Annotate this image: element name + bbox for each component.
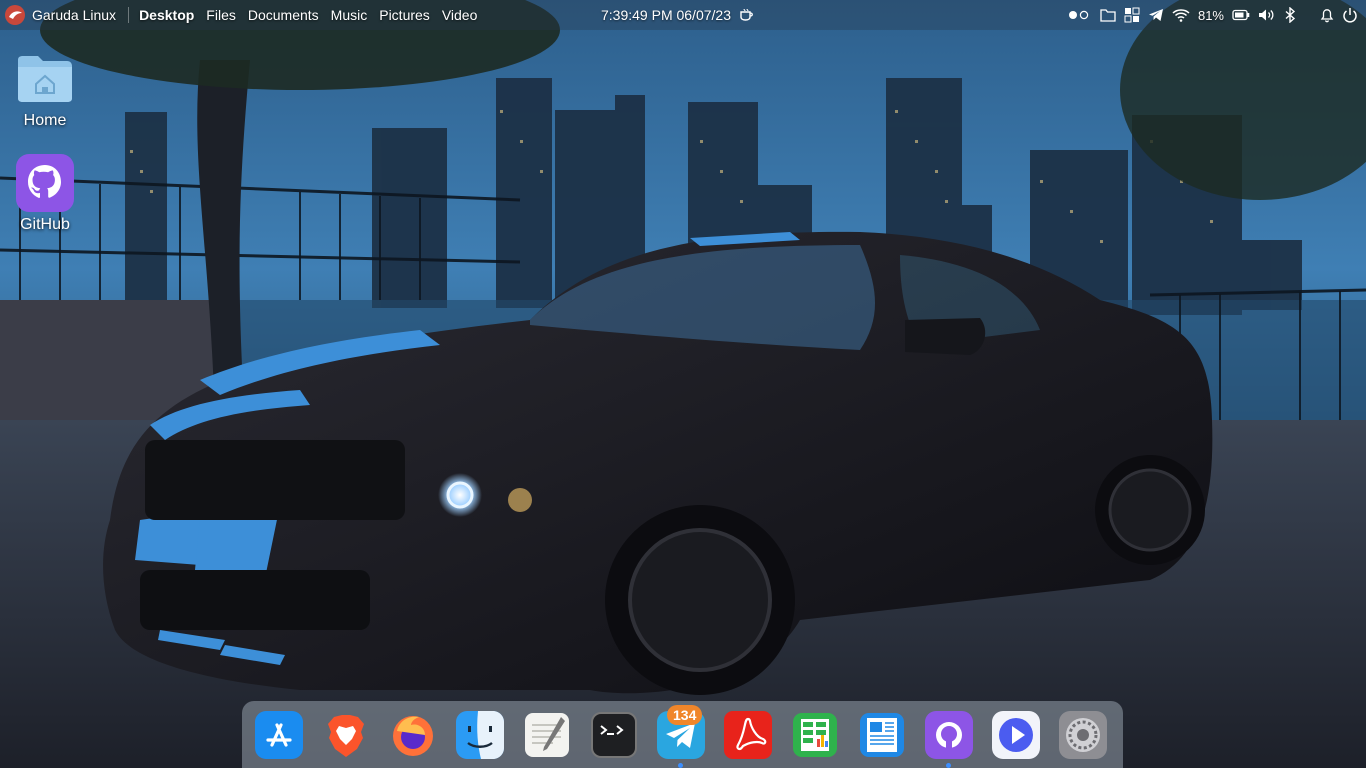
desktop-icon-label: Home — [23, 112, 67, 129]
text-editor-icon — [525, 712, 569, 757]
place-pictures[interactable]: Pictures — [379, 7, 430, 23]
pdf-icon — [724, 710, 772, 759]
wifi-icon[interactable] — [1172, 8, 1190, 22]
dock-system-settings[interactable] — [1059, 710, 1107, 759]
finder-icon — [456, 710, 504, 759]
video-player-icon — [992, 710, 1040, 759]
panel-separator — [128, 7, 130, 23]
top-panel: Garuda Linux Desktop Files Documents Mus… — [0, 0, 1366, 30]
dock-firefox[interactable] — [389, 711, 437, 759]
desktop-icon-home[interactable]: Home — [5, 50, 85, 130]
place-music[interactable]: Music — [331, 7, 368, 23]
place-files[interactable]: Files — [206, 7, 236, 23]
desktop-wallpaper — [0, 0, 1366, 768]
battery-icon[interactable] — [1232, 9, 1250, 21]
battery-percent: 81% — [1197, 7, 1224, 23]
dock-terminal[interactable] — [590, 711, 638, 759]
garuda-logo-icon — [5, 5, 25, 25]
place-documents[interactable]: Documents — [248, 7, 319, 23]
volume-icon[interactable] — [1258, 8, 1276, 22]
desktop-icon-label: GitHub — [20, 216, 70, 233]
bluetooth-icon[interactable] — [1284, 7, 1296, 23]
notification-bell-icon[interactable] — [1320, 7, 1334, 23]
dock-brave[interactable] — [322, 711, 370, 759]
place-desktop[interactable]: Desktop — [139, 7, 194, 23]
home-folder-icon — [16, 50, 74, 108]
desktop-icon-github[interactable]: GitHub — [5, 154, 85, 234]
dock-pdf-reader[interactable] — [724, 710, 772, 759]
dock-text-editor[interactable] — [523, 711, 571, 759]
dock-document-viewer[interactable] — [858, 711, 906, 759]
brave-icon — [328, 714, 364, 757]
app-store-icon — [255, 710, 303, 759]
spreadsheet-icon — [793, 712, 837, 757]
github-icon — [925, 710, 973, 759]
clock-widget[interactable]: 7:39:49 PM 06/07/23 — [601, 0, 755, 30]
unread-badge: 134 — [667, 704, 703, 725]
clock-time: 7:39:49 PM 06/07/23 — [601, 7, 731, 23]
dock-video-player[interactable] — [992, 710, 1040, 759]
running-indicator — [678, 762, 683, 768]
firefox-icon — [393, 715, 433, 756]
place-video[interactable]: Video — [442, 7, 478, 23]
terminal-icon — [591, 711, 637, 758]
telegram-icon[interactable] — [1148, 8, 1164, 22]
document-icon — [860, 712, 904, 757]
garuda-menu-button[interactable]: Garuda Linux — [0, 4, 116, 26]
places-menu: Desktop Files Documents Music Pictures V… — [139, 7, 477, 23]
dock-finder[interactable] — [456, 710, 504, 759]
settings-icon — [1059, 710, 1107, 759]
dock-spreadsheet[interactable] — [791, 711, 839, 759]
workspace-dots-icon[interactable] — [1068, 9, 1092, 21]
dock: 134 — [242, 701, 1123, 768]
running-indicator — [946, 762, 951, 768]
window-grid-icon[interactable] — [1124, 7, 1140, 23]
github-icon — [16, 154, 74, 212]
dock-app-store[interactable] — [255, 710, 303, 759]
dock-telegram[interactable]: 134 — [657, 704, 705, 768]
power-icon[interactable] — [1342, 7, 1358, 23]
dock-github[interactable] — [925, 710, 973, 768]
folder-icon[interactable] — [1100, 8, 1116, 22]
system-tray: 81% — [1068, 0, 1358, 30]
coffee-icon[interactable] — [739, 7, 755, 23]
distro-label: Garuda Linux — [32, 7, 117, 23]
